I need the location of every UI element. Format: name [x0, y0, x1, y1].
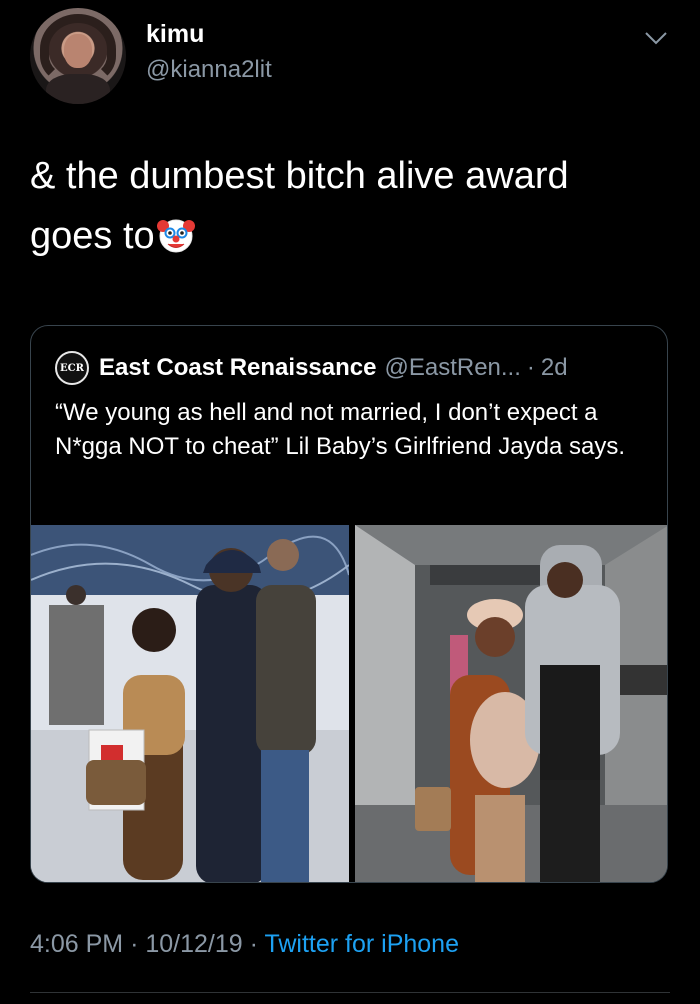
tweet-text: & the dumbest bitch alive award goes to — [30, 146, 650, 266]
quoted-tweet-header: ECR East Coast Renaissance @EastRen... ·… — [55, 351, 568, 385]
tweet-header: kimu @kianna2lit — [0, 0, 700, 120]
tweet-date: 10/12/19 — [145, 930, 243, 958]
tweet-text-line-2: goes to — [30, 206, 650, 266]
separator-dot: · — [249, 930, 258, 958]
avatar[interactable] — [30, 8, 126, 104]
tweet-text-line-1: & the dumbest bitch alive award — [30, 155, 569, 197]
user-handle[interactable]: @kianna2lit — [146, 56, 272, 84]
divider — [30, 992, 670, 993]
separator-dot: · — [130, 930, 139, 958]
quoted-tweet-text: “We young as hell and not married, I don… — [55, 399, 626, 460]
quoted-tweet-time: 2d — [540, 354, 568, 381]
clown-face-icon — [156, 219, 195, 253]
photo-right-image — [355, 525, 667, 882]
tweet-footer: 4:06 PM · 10/12/19 · Twitter for iPhone — [30, 930, 459, 959]
photo-left[interactable] — [31, 525, 349, 882]
quoted-user-name[interactable]: East Coast Renaissance — [99, 354, 376, 382]
user-name[interactable]: kimu — [146, 20, 204, 49]
tweet-text-line-2-text: goes to — [30, 215, 155, 257]
photo-left-image — [31, 525, 349, 882]
avatar-face — [64, 34, 92, 68]
quoted-tweet-media — [31, 525, 667, 882]
photo-right[interactable] — [355, 525, 667, 882]
tweet-time: 4:06 PM — [30, 930, 124, 958]
avatar-body — [46, 74, 110, 104]
quoted-user-handle[interactable]: @EastRen... — [384, 354, 520, 382]
quoted-tweet[interactable]: ECR East Coast Renaissance @EastRen... ·… — [30, 325, 668, 883]
ecr-logo: ECR — [55, 351, 89, 385]
separator-dot: · — [526, 354, 535, 381]
tweet-source-link[interactable]: Twitter for iPhone — [264, 930, 459, 958]
chevron-down-icon[interactable] — [644, 30, 668, 46]
